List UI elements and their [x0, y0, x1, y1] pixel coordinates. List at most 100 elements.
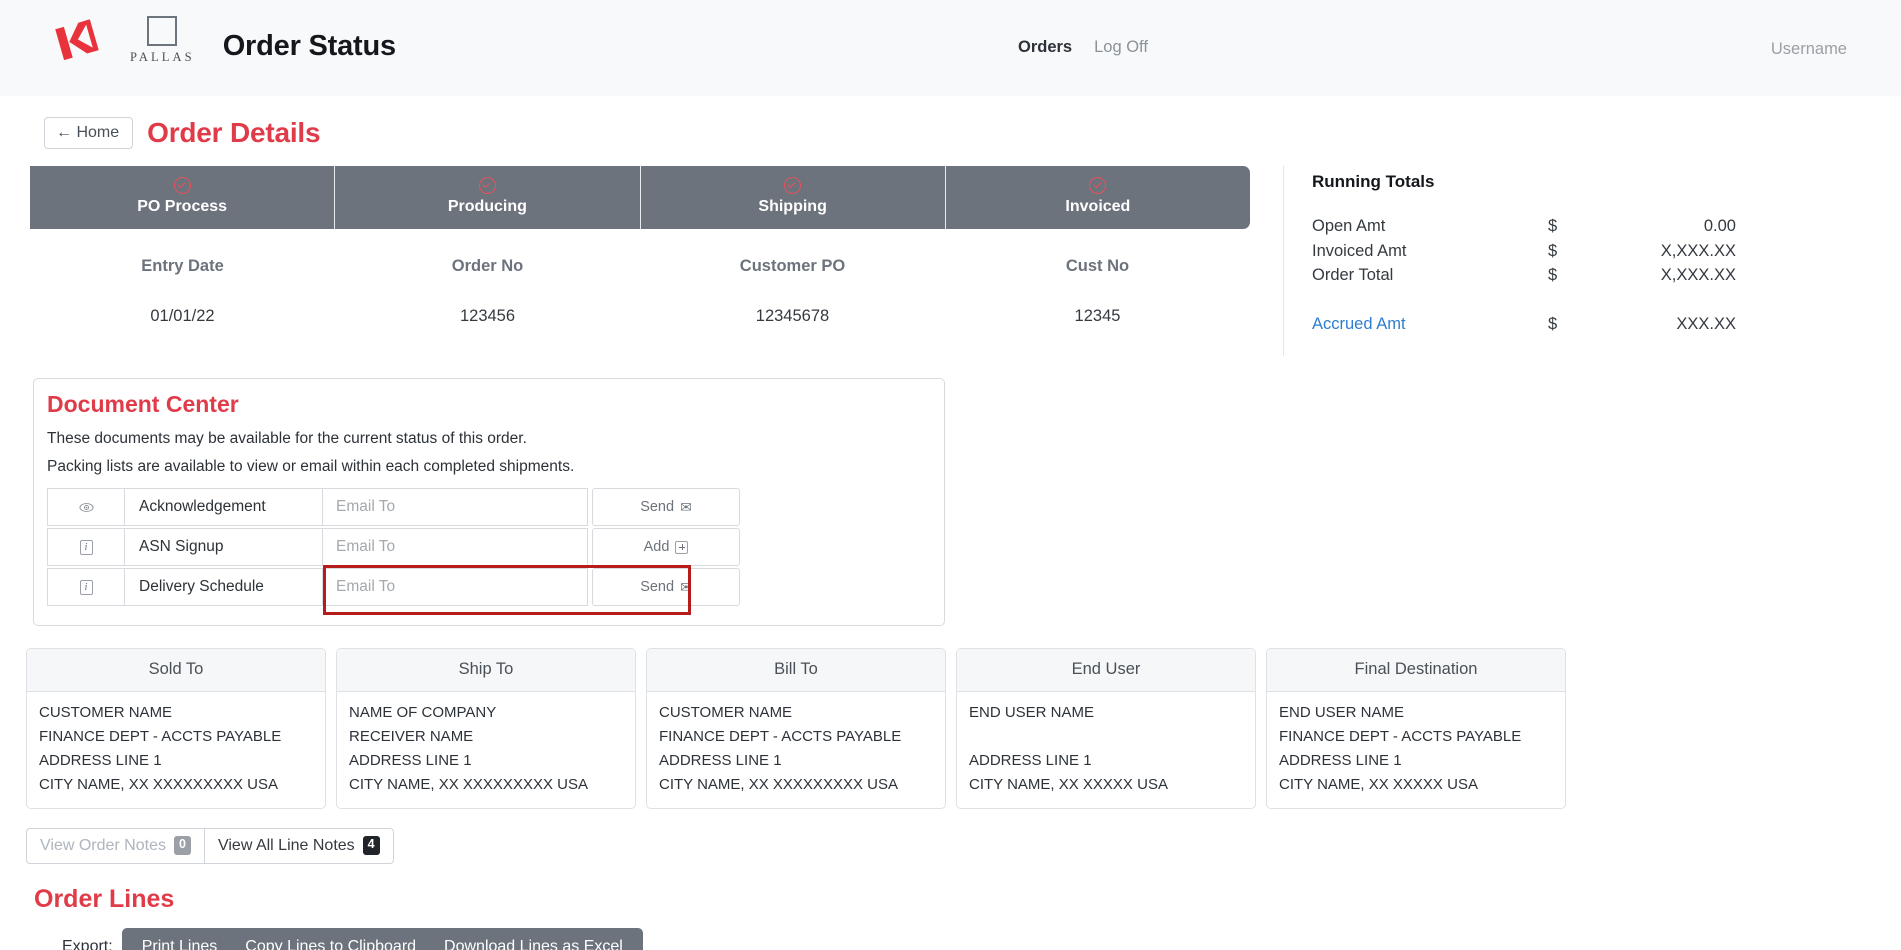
info-icon: i [80, 580, 93, 595]
view-order-notes-button[interactable]: View Order Notes 0 [26, 828, 204, 864]
view-all-line-notes-button[interactable]: View All Line Notes 4 [204, 828, 394, 864]
total-currency: $ [1548, 263, 1588, 288]
send-button-label: Send [640, 499, 674, 515]
total-row-order-total: Order Total $ X,XXX.XX [1312, 263, 1753, 288]
home-button[interactable]: ← Home [44, 117, 133, 149]
address-line: CITY NAME, XX XXXXXXXXX USA [39, 773, 313, 797]
pallas-square-icon [147, 16, 177, 46]
notes-button-group: View Order Notes 0 View All Line Notes 4 [26, 828, 1901, 864]
summary-header: Customer PO [640, 229, 945, 276]
total-label: Order Total [1312, 263, 1548, 288]
address-line: END USER NAME [969, 701, 1243, 725]
status-step-shipping[interactable]: Shipping [641, 166, 946, 229]
address-line: CITY NAME, XX XXXXX USA [969, 773, 1243, 797]
info-button[interactable]: i [47, 568, 125, 606]
total-amount: X,XXX.XX [1588, 239, 1736, 264]
address-line: NAME OF COMPANY [349, 701, 623, 725]
summary-column-order-no: Order No 123456 [335, 229, 640, 326]
total-currency: $ [1548, 239, 1588, 264]
total-label: Invoiced Amt [1312, 239, 1548, 264]
summary-value: 123456 [335, 276, 640, 326]
total-row-invoiced-amt: Invoiced Amt $ X,XXX.XX [1312, 239, 1753, 264]
eye-icon [79, 500, 94, 515]
envelope-icon: ✉ [680, 499, 692, 516]
address-card-body: END USER NAME FINANCE DEPT - ACCTS PAYAB… [1267, 692, 1565, 808]
document-row-acknowledgement: Acknowledgement Email To Send ✉ [47, 488, 782, 526]
pallas-wordmark: PALLAS [130, 50, 195, 65]
export-row: Export: Print Lines Copy Lines to Clipbo… [62, 928, 1901, 950]
check-circle-icon [174, 177, 191, 194]
send-button[interactable]: Send ✉ [592, 488, 740, 526]
running-totals-rows: Open Amt $ 0.00 Invoiced Amt $ X,XXX.XX … [1312, 214, 1753, 336]
total-amount: XXX.XX [1588, 312, 1736, 337]
add-button[interactable]: Add [592, 528, 740, 566]
address-card-title: Sold To [27, 649, 325, 692]
email-to-input[interactable]: Email To [323, 528, 588, 566]
address-card-body: NAME OF COMPANY RECEIVER NAME ADDRESS LI… [337, 692, 635, 808]
app-title: Order Status [223, 30, 396, 63]
document-row-delivery-schedule: i Delivery Schedule Email To Send ✉ [47, 568, 782, 606]
address-card-body: CUSTOMER NAME FINANCE DEPT - ACCTS PAYAB… [27, 692, 325, 808]
address-line: CITY NAME, XX XXXXX USA [1279, 773, 1553, 797]
document-name: Delivery Schedule [125, 568, 323, 606]
document-name: ASN Signup [125, 528, 323, 566]
order-lines-title: Order Lines [34, 885, 1901, 914]
send-button[interactable]: Send ✉ [592, 568, 740, 606]
status-step-invoiced[interactable]: Invoiced [946, 166, 1250, 229]
order-notes-count-badge: 0 [174, 836, 191, 855]
summary-area: PO Process Producing Shipping Invoiced [0, 149, 1901, 356]
copy-lines-to-clipboard-button[interactable]: Copy Lines to Clipboard [231, 928, 430, 950]
address-line: CUSTOMER NAME [659, 701, 933, 725]
document-center-title: Document Center [47, 391, 928, 418]
download-lines-as-excel-button[interactable]: Download Lines as Excel [430, 928, 637, 950]
address-card-ship-to: Ship To NAME OF COMPANY RECEIVER NAME AD… [336, 648, 636, 809]
status-step-label: Invoiced [950, 198, 1246, 216]
info-button[interactable]: i [47, 528, 125, 566]
page-head-row: ← Home Order Details [0, 96, 1901, 149]
header-nav: Orders Log Off [1018, 38, 1148, 57]
summary-value: 12345 [945, 276, 1250, 326]
document-center-note-1: These documents may be available for the… [47, 430, 928, 448]
summary-value: 01/01/22 [30, 276, 335, 326]
status-step-label: Producing [339, 198, 635, 216]
status-step-producing[interactable]: Producing [335, 166, 640, 229]
email-to-input[interactable]: Email To [323, 568, 588, 606]
document-center-table: Acknowledgement Email To Send ✉ i ASN Si… [47, 488, 782, 606]
document-center-note-2: Packing lists are available to view or e… [47, 458, 928, 476]
address-line: END USER NAME [1279, 701, 1553, 725]
address-line: FINANCE DEPT - ACCTS PAYABLE [659, 725, 933, 749]
check-circle-icon [1089, 177, 1106, 194]
total-currency: $ [1548, 214, 1588, 239]
document-name: Acknowledgement [125, 488, 323, 526]
ki-logo-icon [50, 14, 102, 66]
address-card-title: Bill To [647, 649, 945, 692]
nav-item-log-off[interactable]: Log Off [1094, 38, 1148, 57]
order-summary-grid: Entry Date 01/01/22 Order No 123456 Cust… [30, 229, 1250, 326]
view-order-notes-label: View Order Notes [40, 837, 166, 855]
address-line: ADDRESS LINE 1 [659, 749, 933, 773]
address-line: CUSTOMER NAME [39, 701, 313, 725]
print-lines-button[interactable]: Print Lines [128, 928, 232, 950]
address-line: ADDRESS LINE 1 [969, 749, 1243, 773]
accrued-amt-link[interactable]: Accrued Amt [1312, 312, 1548, 337]
address-card-final-destination: Final Destination END USER NAME FINANCE … [1266, 648, 1566, 809]
address-cards-row: Sold To CUSTOMER NAME FINANCE DEPT - ACC… [26, 648, 1901, 809]
view-document-button[interactable] [47, 488, 125, 526]
check-circle-icon [784, 177, 801, 194]
order-status-strip: PO Process Producing Shipping Invoiced [30, 166, 1250, 229]
page-title: Order Details [147, 117, 320, 149]
address-card-title: Final Destination [1267, 649, 1565, 692]
status-step-po-process[interactable]: PO Process [30, 166, 335, 229]
nav-item-orders[interactable]: Orders [1018, 38, 1072, 57]
summary-header: Cust No [945, 229, 1250, 276]
email-to-input[interactable]: Email To [323, 488, 588, 526]
app-header: PALLAS Order Status Orders Log Off Usern… [0, 0, 1901, 96]
line-notes-count-badge: 4 [363, 836, 380, 855]
total-row-accrued-amt: Accrued Amt $ XXX.XX [1312, 312, 1753, 337]
info-icon: i [80, 540, 93, 555]
pallas-logo: PALLAS [130, 16, 195, 65]
summary-header: Entry Date [30, 229, 335, 276]
plus-box-icon [675, 541, 688, 554]
document-row-asn-signup: i ASN Signup Email To Add [47, 528, 782, 566]
summary-value: 12345678 [640, 276, 945, 326]
